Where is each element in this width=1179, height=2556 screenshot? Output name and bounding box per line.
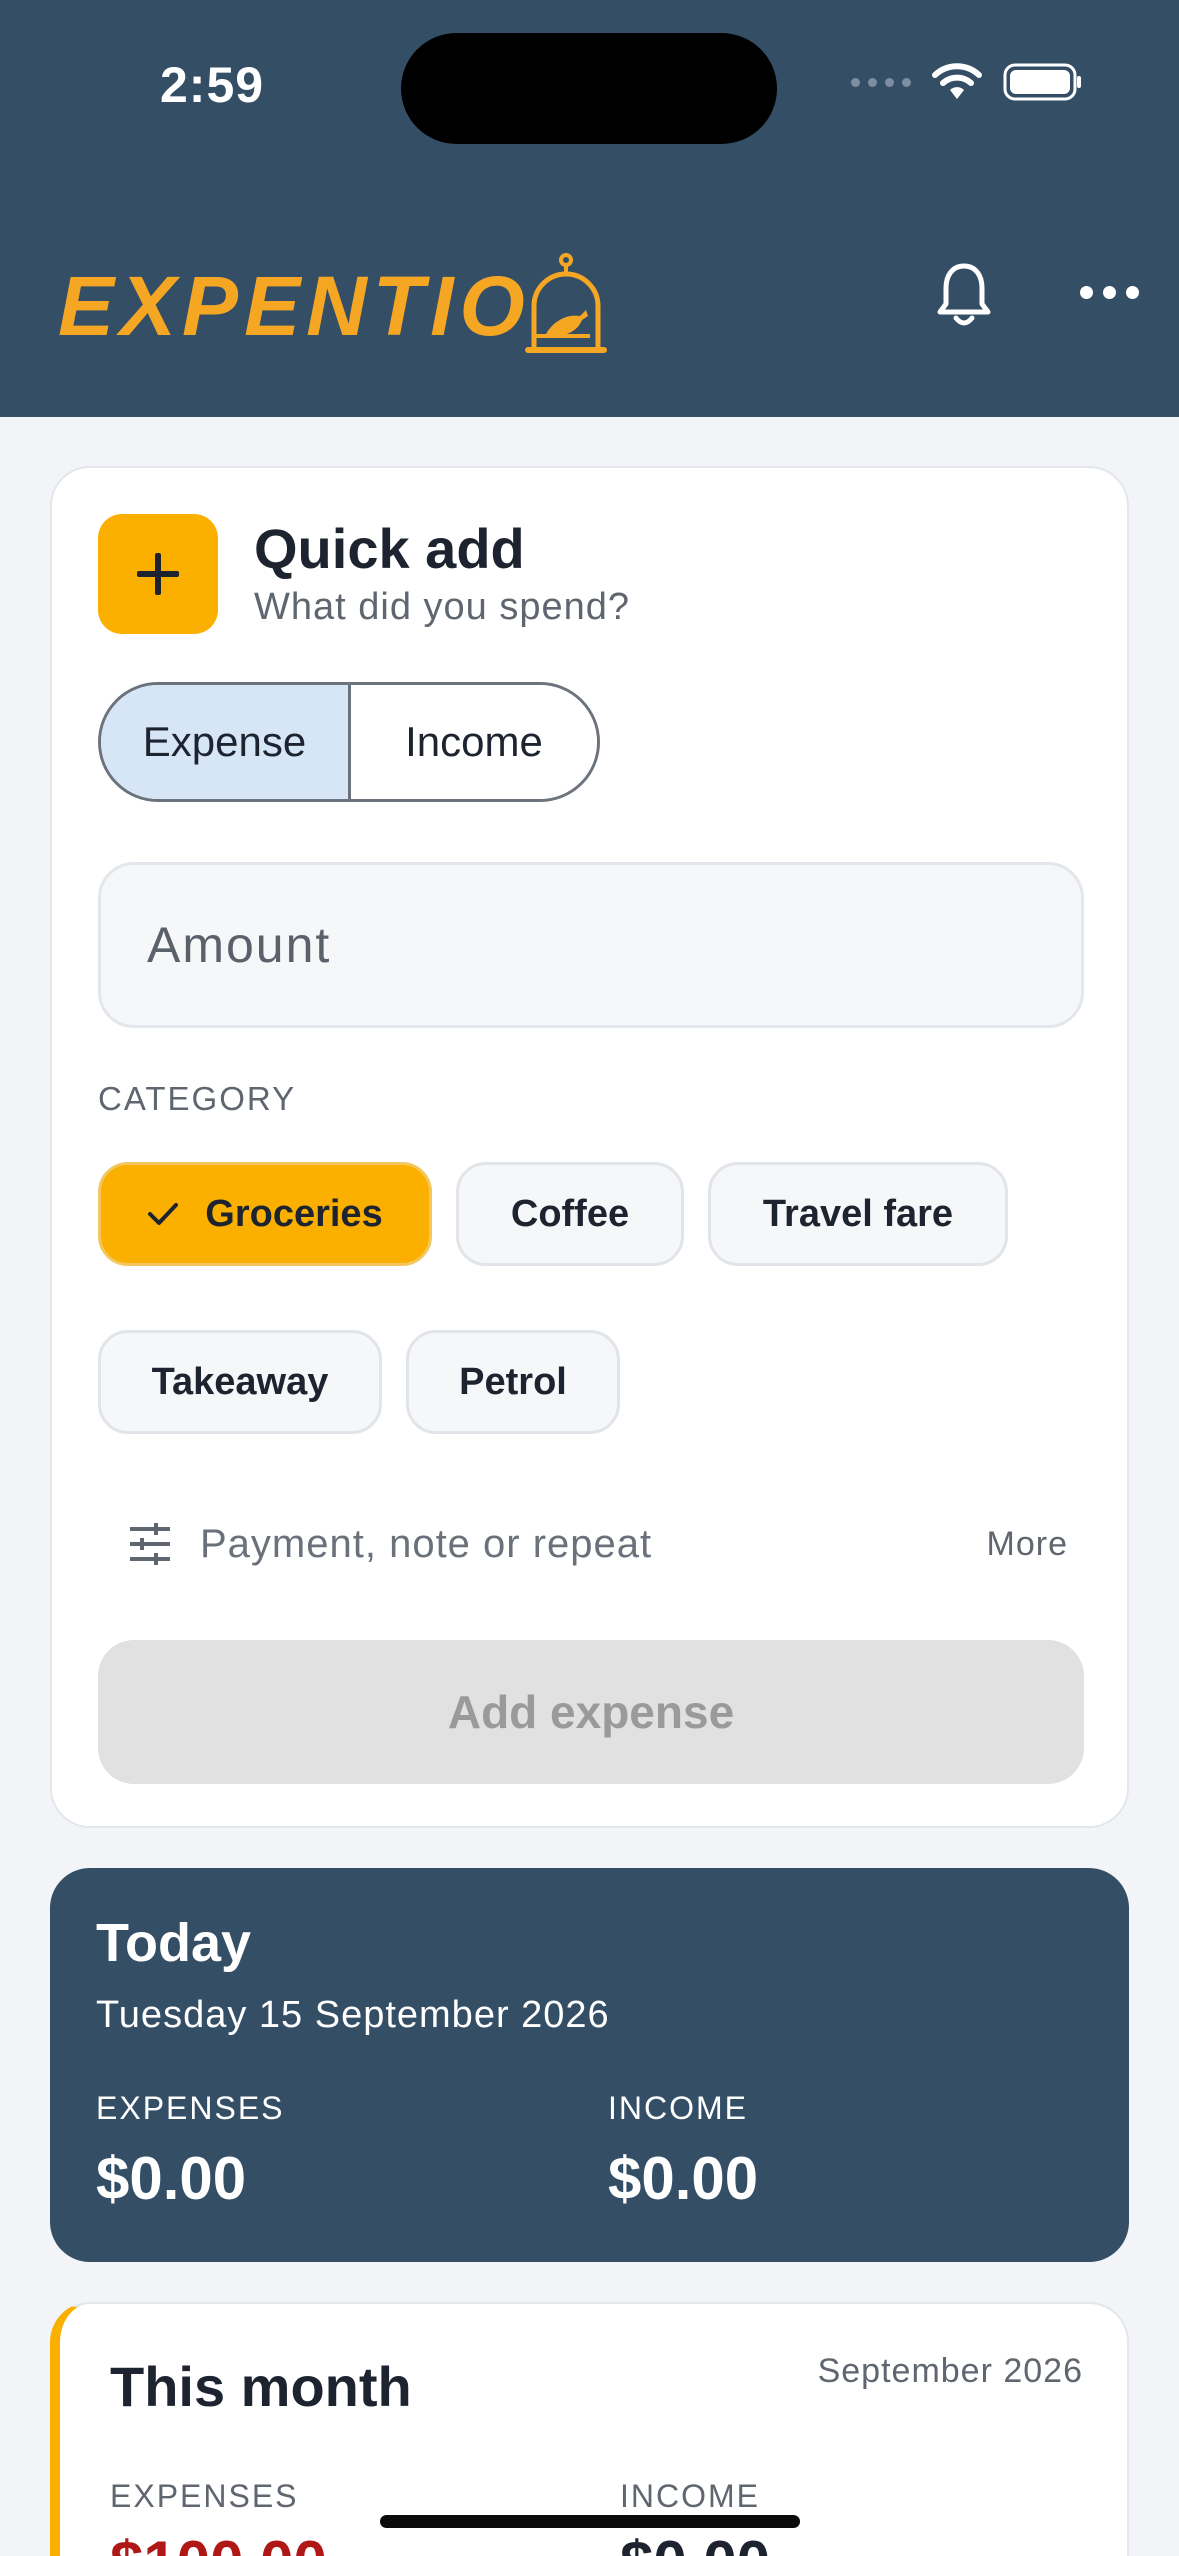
today-summary-card: Today Tuesday 15 September 2026 EXPENSES… xyxy=(50,1868,1129,2262)
month-income-value: $0.00 xyxy=(620,2528,770,2556)
chip-label: Coffee xyxy=(510,1192,630,1235)
month-period: September 2026 xyxy=(817,2352,1083,2390)
month-expenses-value: $100.00 xyxy=(110,2528,327,2556)
segment-income[interactable]: Income xyxy=(351,685,597,799)
today-date: Tuesday 15 September 2026 xyxy=(96,1994,610,2036)
more-options-link[interactable]: More xyxy=(987,1525,1068,1564)
today-income-label: INCOME xyxy=(608,2090,748,2126)
category-chip-travel-fare[interactable]: Travel fare xyxy=(708,1162,1008,1266)
month-title: This month xyxy=(110,2355,412,2418)
category-chip-groceries[interactable]: Groceries xyxy=(98,1162,432,1266)
segment-expense[interactable]: Expense xyxy=(101,685,351,799)
category-label: CATEGORY xyxy=(98,1080,297,1117)
birdcage-logo-icon xyxy=(525,253,607,353)
brand-logo: EXPENTIO xyxy=(58,259,531,353)
today-expenses-label: EXPENSES xyxy=(96,2090,285,2126)
month-income-label: INCOME xyxy=(620,2478,760,2514)
sliders-icon xyxy=(130,1523,170,1565)
today-income-value: $0.00 xyxy=(608,2145,759,2212)
home-indicator xyxy=(380,2515,800,2528)
app-header: 2:59 EXPENTIO xyxy=(0,0,1179,417)
amount-input[interactable] xyxy=(147,916,1081,974)
category-chip-petrol[interactable]: Petrol xyxy=(406,1330,620,1434)
plus-icon xyxy=(98,514,218,634)
dynamic-island xyxy=(401,33,777,144)
checkmark-icon xyxy=(148,1203,179,1225)
status-time: 2:59 xyxy=(160,57,265,113)
bell-icon[interactable] xyxy=(934,262,994,328)
more-options-row[interactable]: Payment, note or repeat More xyxy=(128,1514,1068,1574)
battery-icon xyxy=(1003,63,1081,101)
status-indicators xyxy=(851,62,1083,102)
more-dots-icon[interactable] xyxy=(1080,286,1139,299)
chip-label: Takeaway xyxy=(151,1360,329,1403)
type-segmented-control: Expense Income xyxy=(98,682,600,802)
category-chip-takeaway[interactable]: Takeaway xyxy=(98,1330,382,1434)
category-chip-coffee[interactable]: Coffee xyxy=(456,1162,684,1266)
quick-add-subtitle: What did you spend? xyxy=(254,586,631,628)
month-expenses-label: EXPENSES xyxy=(110,2478,299,2514)
chip-label: Groceries xyxy=(205,1192,383,1235)
chip-label: Petrol xyxy=(459,1360,567,1403)
chip-label: Travel fare xyxy=(762,1192,954,1235)
quick-add-title: Quick add xyxy=(254,517,525,580)
today-expenses-value: $0.00 xyxy=(96,2145,247,2212)
quick-add-card: Quick add What did you spend? Expense In… xyxy=(50,466,1129,1828)
today-title: Today xyxy=(96,1913,252,1973)
cellular-signal-icon xyxy=(851,77,911,87)
add-expense-button[interactable]: Add expense xyxy=(98,1640,1084,1784)
more-options-text: Payment, note or repeat xyxy=(200,1521,653,1566)
wifi-icon xyxy=(932,63,982,99)
amount-field[interactable] xyxy=(98,862,1084,1028)
